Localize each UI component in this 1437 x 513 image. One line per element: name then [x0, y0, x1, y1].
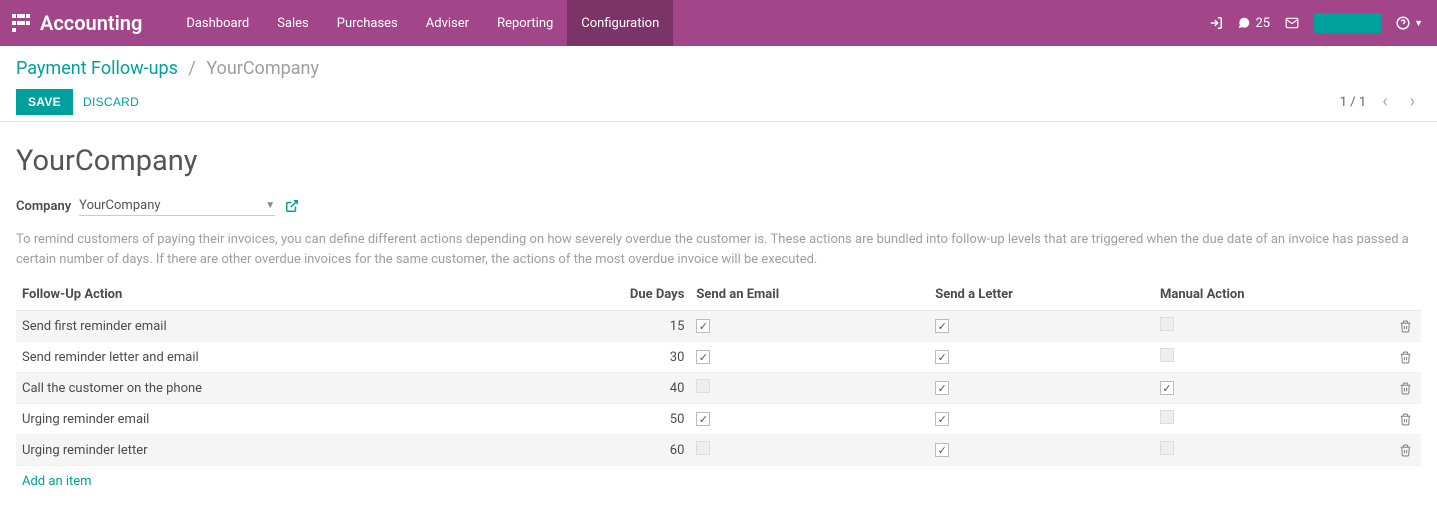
breadcrumb: Payment Follow-ups / YourCompany — [16, 58, 1421, 79]
control-row: SAVE DISCARD 1 / 1 ‹ › — [16, 89, 1421, 115]
company-dropdown[interactable]: YourCompany ▼ — [79, 196, 275, 216]
mail-icon[interactable] — [1284, 16, 1300, 30]
checkbox[interactable] — [1160, 348, 1174, 362]
breadcrumb-current: YourCompany — [206, 58, 319, 79]
col-manual-action: Manual Action — [1154, 279, 1393, 311]
company-field-row: Company YourCompany ▼ — [16, 196, 1421, 216]
checkbox[interactable] — [1160, 317, 1174, 331]
cell-letter: ✓ — [929, 404, 1154, 435]
app-title: Accounting — [40, 11, 142, 35]
pager-prev[interactable]: ‹ — [1376, 91, 1393, 113]
checkbox[interactable]: ✓ — [935, 412, 949, 426]
cell-due-days: 15 — [522, 311, 691, 342]
cell-email — [690, 435, 929, 466]
pager: 1 / 1 ‹ › — [1340, 91, 1421, 113]
menu-sales[interactable]: Sales — [263, 0, 323, 46]
cell-letter: ✓ — [929, 311, 1154, 342]
checkbox[interactable]: ✓ — [935, 319, 949, 333]
cell-action: Call the customer on the phone — [16, 373, 522, 404]
cell-letter: ✓ — [929, 435, 1154, 466]
cell-email — [690, 373, 929, 404]
chevron-down-icon: ▼ — [265, 200, 275, 211]
cell-email: ✓ — [690, 342, 929, 373]
checkbox[interactable] — [1160, 441, 1174, 455]
cell-manual: ✓ — [1154, 373, 1393, 404]
messages-icon[interactable]: 25 — [1237, 16, 1270, 31]
external-link-icon[interactable] — [285, 199, 299, 213]
control-panel: Payment Follow-ups / YourCompany SAVE DI… — [0, 46, 1437, 122]
delete-row-icon[interactable] — [1393, 404, 1421, 435]
cell-due-days: 30 — [522, 342, 691, 373]
table-row[interactable]: Send reminder letter and email30 ✓ ✓ — [16, 342, 1421, 373]
company-label: Company — [16, 199, 71, 214]
nav-menu: Dashboard Sales Purchases Adviser Report… — [172, 0, 673, 46]
cell-action: Urging reminder email — [16, 404, 522, 435]
menu-dashboard[interactable]: Dashboard — [172, 0, 263, 46]
cell-due-days: 60 — [522, 435, 691, 466]
col-send-email: Send an Email — [690, 279, 929, 311]
col-send-letter: Send a Letter — [929, 279, 1154, 311]
checkbox[interactable]: ✓ — [935, 381, 949, 395]
menu-configuration[interactable]: Configuration — [567, 0, 673, 46]
top-navbar: Accounting Dashboard Sales Purchases Adv… — [0, 0, 1437, 46]
login-icon[interactable] — [1209, 16, 1223, 30]
company-value: YourCompany — [79, 198, 265, 213]
menu-reporting[interactable]: Reporting — [483, 0, 567, 46]
add-item-link[interactable]: Add an item — [16, 466, 98, 497]
checkbox[interactable]: ✓ — [696, 412, 710, 426]
checkbox[interactable]: ✓ — [935, 350, 949, 364]
menu-adviser[interactable]: Adviser — [412, 0, 483, 46]
table-row[interactable]: Call the customer on the phone40 ✓ ✓ — [16, 373, 1421, 404]
col-due-days: Due Days — [522, 279, 691, 311]
delete-row-icon[interactable] — [1393, 342, 1421, 373]
cell-due-days: 40 — [522, 373, 691, 404]
form-sheet: YourCompany Company YourCompany ▼ To rem… — [0, 122, 1437, 513]
cell-due-days: 50 — [522, 404, 691, 435]
pager-next[interactable]: › — [1404, 91, 1421, 113]
help-text: To remind customers of paying their invo… — [16, 230, 1421, 269]
delete-row-icon[interactable] — [1393, 435, 1421, 466]
cell-action: Send first reminder email — [16, 311, 522, 342]
user-badge[interactable] — [1314, 13, 1382, 33]
cell-manual — [1154, 404, 1393, 435]
cell-letter: ✓ — [929, 373, 1154, 404]
messages-count: 25 — [1255, 16, 1270, 31]
checkbox[interactable]: ✓ — [696, 319, 710, 333]
cell-email: ✓ — [690, 404, 929, 435]
breadcrumb-separator: / — [188, 58, 195, 79]
cell-action: Send reminder letter and email — [16, 342, 522, 373]
table-row[interactable]: Urging reminder email50 ✓ ✓ — [16, 404, 1421, 435]
delete-row-icon[interactable] — [1393, 373, 1421, 404]
cell-manual — [1154, 342, 1393, 373]
nav-right: 25 ▼ — [1209, 13, 1429, 33]
cell-manual — [1154, 435, 1393, 466]
checkbox[interactable]: ✓ — [696, 350, 710, 364]
checkbox[interactable] — [696, 441, 710, 455]
pager-position: 1 / 1 — [1340, 95, 1366, 110]
record-title: YourCompany — [16, 144, 1421, 178]
checkbox[interactable]: ✓ — [935, 443, 949, 457]
breadcrumb-parent[interactable]: Payment Follow-ups — [16, 58, 178, 79]
col-action: Follow-Up Action — [16, 279, 522, 311]
cell-email: ✓ — [690, 311, 929, 342]
table-row[interactable]: Urging reminder letter60 ✓ — [16, 435, 1421, 466]
delete-row-icon[interactable] — [1393, 311, 1421, 342]
checkbox[interactable]: ✓ — [1160, 381, 1174, 395]
followup-table: Follow-Up Action Due Days Send an Email … — [16, 279, 1421, 466]
table-row[interactable]: Send first reminder email15 ✓ ✓ — [16, 311, 1421, 342]
apps-icon[interactable] — [12, 14, 30, 32]
checkbox[interactable] — [1160, 410, 1174, 424]
checkbox[interactable] — [696, 379, 710, 393]
help-icon[interactable]: ▼ — [1396, 16, 1423, 30]
cell-letter: ✓ — [929, 342, 1154, 373]
save-button[interactable]: SAVE — [16, 89, 73, 115]
menu-purchases[interactable]: Purchases — [323, 0, 412, 46]
nav-left: Accounting Dashboard Sales Purchases Adv… — [8, 0, 673, 46]
cell-manual — [1154, 311, 1393, 342]
discard-button[interactable]: DISCARD — [83, 95, 139, 109]
cell-action: Urging reminder letter — [16, 435, 522, 466]
